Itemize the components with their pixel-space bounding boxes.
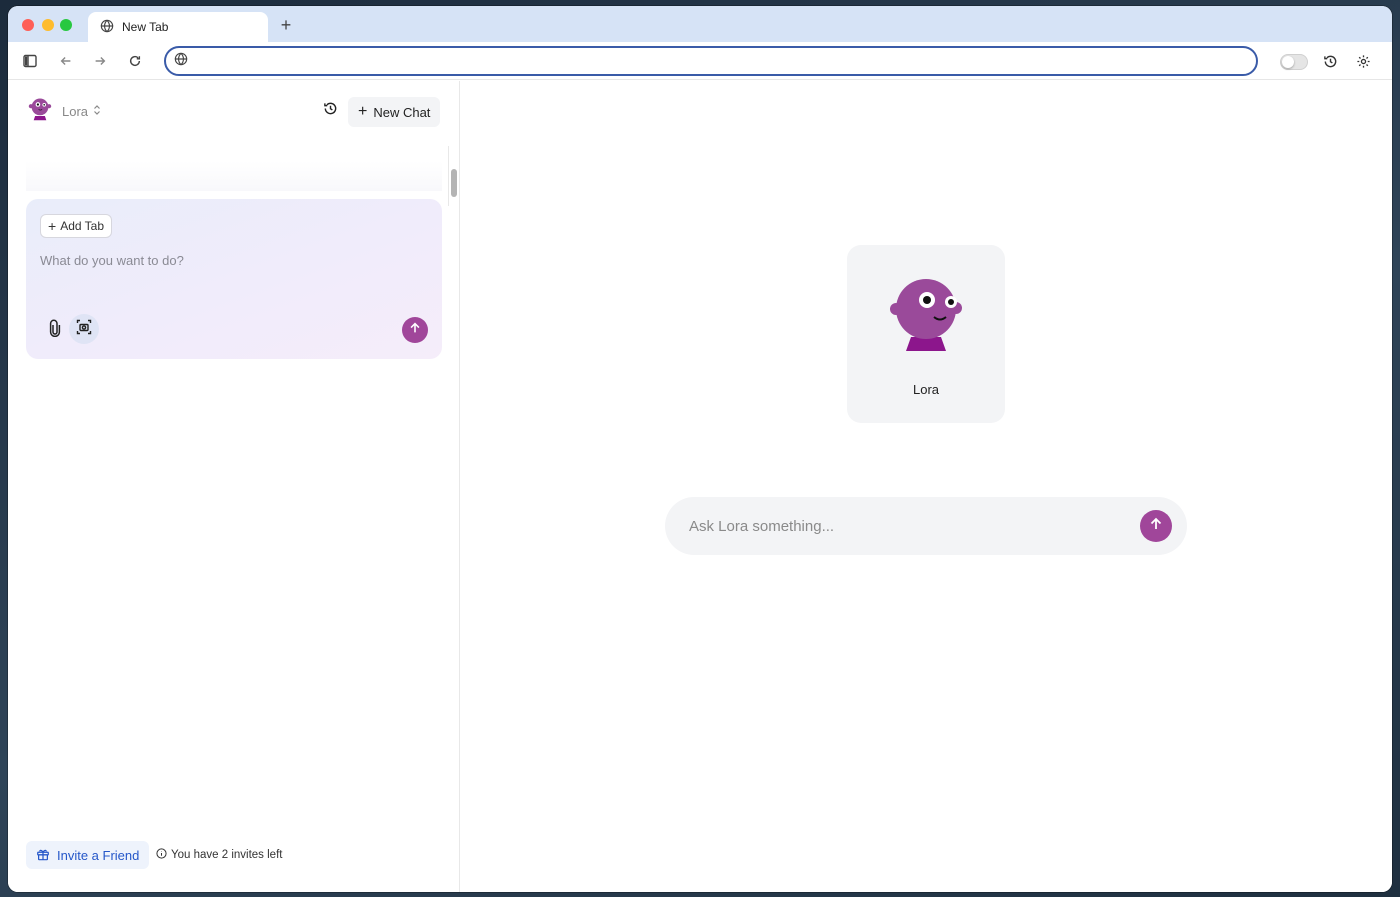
- add-tab-label: Add Tab: [60, 219, 105, 233]
- history-icon[interactable]: [1320, 51, 1340, 71]
- invites-status-text: You have 2 invites left: [171, 849, 283, 861]
- chevron-updown-icon: [93, 104, 101, 119]
- reload-icon[interactable]: [125, 51, 145, 71]
- agent-sidebar: Lora + New Chat + Add Tab What do you wa…: [8, 81, 460, 892]
- new-chat-button[interactable]: + New Chat: [348, 97, 441, 127]
- address-bar[interactable]: [164, 46, 1258, 76]
- agent-selector[interactable]: Lora: [26, 97, 101, 125]
- new-chat-label: New Chat: [373, 104, 431, 120]
- ask-input[interactable]: [689, 497, 1119, 555]
- arrow-up-icon: [408, 321, 422, 340]
- scrollbar-track: [448, 146, 449, 206]
- agent-card-name: Lora: [912, 382, 940, 397]
- browser-toolbar: [8, 42, 1392, 80]
- plus-icon: +: [358, 103, 368, 120]
- history-icon: [323, 101, 338, 121]
- address-input[interactable]: [194, 48, 1256, 74]
- arrow-up-icon: [1148, 516, 1164, 537]
- screenshot-icon: [76, 319, 92, 340]
- tab-strip: New Tab +: [8, 6, 1392, 42]
- gift-icon: [36, 847, 50, 864]
- globe-icon: [174, 52, 188, 71]
- task-input[interactable]: [40, 253, 420, 303]
- scrollbar-thumb[interactable]: [451, 169, 457, 197]
- conversation-area: [26, 161, 442, 191]
- tab-title: New Tab: [122, 20, 169, 34]
- invite-friend-button[interactable]: Invite a Friend: [26, 841, 150, 869]
- send-message-button[interactable]: [1140, 510, 1172, 542]
- back-arrow-icon[interactable]: [56, 51, 76, 71]
- agent-avatar-icon: [26, 95, 54, 128]
- paperclip-icon: [49, 319, 61, 342]
- invite-label: Invite a Friend: [57, 847, 140, 863]
- toggle-switch[interactable]: [1280, 54, 1308, 70]
- forward-arrow-icon[interactable]: [90, 51, 110, 71]
- main-content: Lora: [461, 81, 1392, 892]
- browser-window: New Tab + Lora + New Chat + Add Tab What…: [8, 6, 1392, 892]
- invites-remaining: You have 2 invites left: [156, 848, 282, 862]
- screenshot-button[interactable]: [69, 314, 99, 344]
- add-tab-button[interactable]: + Add Tab: [40, 214, 113, 238]
- minimize-window-button[interactable]: [42, 19, 54, 31]
- agent-card[interactable]: Lora: [847, 245, 1005, 423]
- ask-bar: [665, 497, 1187, 555]
- sidebar-toggle-icon[interactable]: [20, 51, 40, 71]
- plus-icon: +: [48, 218, 57, 234]
- browser-tab[interactable]: New Tab: [88, 12, 268, 42]
- info-icon: [156, 848, 167, 862]
- new-tab-button[interactable]: +: [276, 15, 296, 35]
- agent-avatar-icon: [886, 275, 966, 358]
- close-window-button[interactable]: [22, 19, 34, 31]
- globe-icon: [100, 19, 114, 36]
- task-composer: + Add Tab: [26, 199, 442, 359]
- maximize-window-button[interactable]: [60, 19, 72, 31]
- agent-name: Lora: [62, 103, 89, 119]
- send-task-button[interactable]: [402, 317, 428, 343]
- chat-history-button[interactable]: [320, 101, 340, 121]
- gear-icon[interactable]: [1353, 51, 1373, 71]
- attach-button[interactable]: [46, 319, 64, 341]
